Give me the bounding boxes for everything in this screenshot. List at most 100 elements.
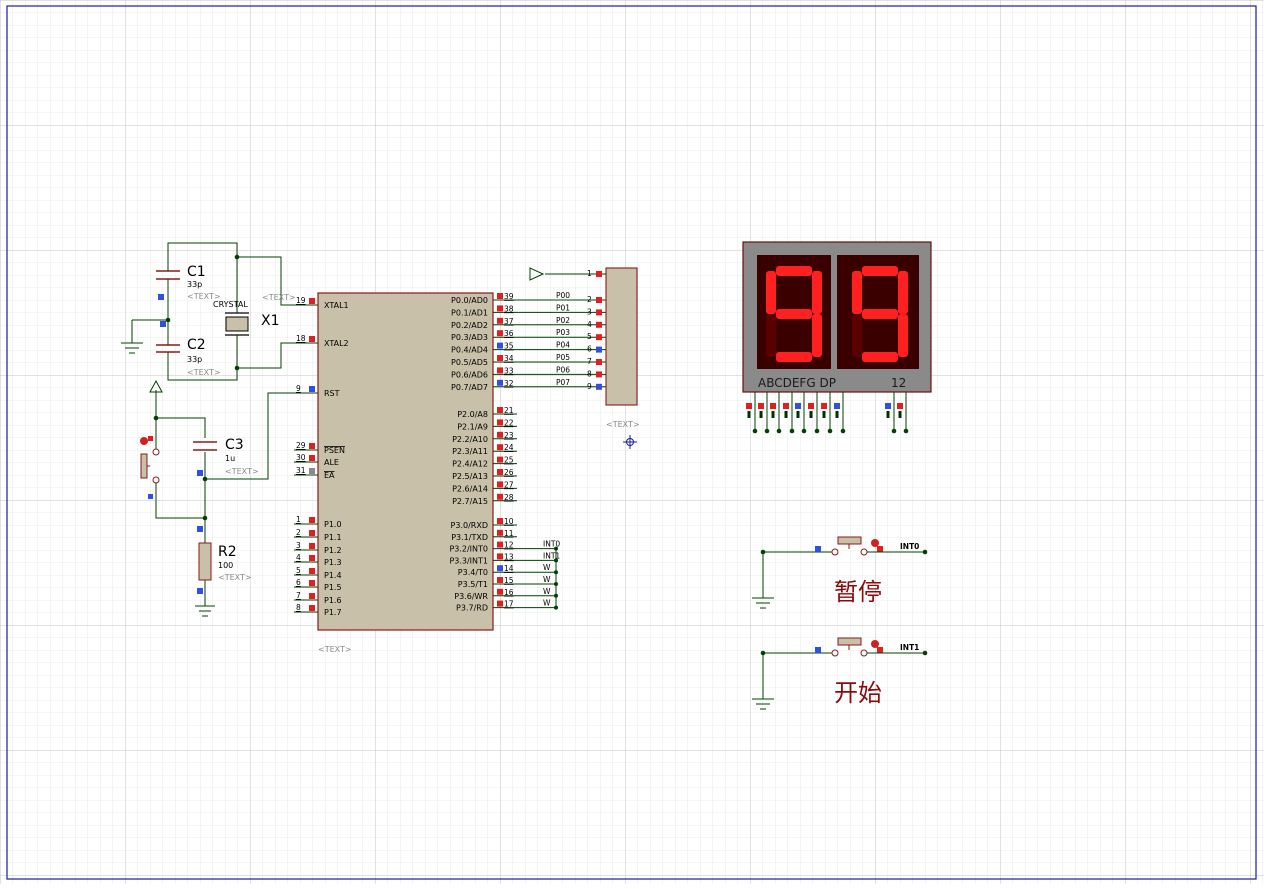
segment-e: [766, 314, 776, 357]
pin-number: 38: [504, 304, 514, 313]
pin-number: 7: [296, 591, 301, 600]
pin-name: P3.4/T0: [458, 568, 488, 577]
seven-segment-display[interactable]: ABCDEFG DP 12: [742, 241, 932, 393]
pin-marker: [497, 456, 503, 463]
pin-number: 1: [587, 269, 592, 278]
pin-name: P2.0/A8: [457, 410, 488, 419]
pin-marker: [497, 367, 503, 374]
pin-marker: [596, 359, 602, 365]
button-indicator: [871, 640, 879, 648]
pin-marker: [783, 403, 789, 409]
crystal-text: <TEXT>: [262, 293, 296, 302]
c3-value: 1u: [225, 454, 235, 463]
pin-marker: [309, 468, 315, 474]
pin-marker: [815, 546, 821, 552]
pin-number: 14: [504, 564, 514, 573]
pin-name: P0.2/AD2: [451, 321, 488, 330]
c2-ref: C2: [187, 337, 206, 353]
pin-marker: [309, 580, 315, 586]
pin-marker: [897, 403, 903, 409]
pin-marker: [497, 529, 503, 536]
pin-marker: [497, 588, 503, 595]
pin-marker: [885, 403, 891, 409]
pin-marker: [877, 546, 883, 552]
segment-g: [862, 309, 898, 319]
pin-number: 8: [587, 369, 592, 378]
pin-marker: [497, 481, 503, 488]
pin-marker: [596, 309, 602, 316]
pin-name: P3.1/TXD: [451, 533, 488, 542]
pin-marker: [497, 293, 503, 299]
pin-marker: [497, 600, 503, 607]
pin-name: P1.3: [324, 558, 342, 567]
pin-marker: [795, 403, 801, 409]
pin-marker: [497, 407, 503, 413]
pin-number: 39: [504, 292, 514, 301]
crystal-value: CRYSTAL: [213, 300, 248, 309]
pin-number: 2: [587, 295, 592, 304]
pin-name: ALE: [324, 458, 339, 467]
pin-name: P1.1: [324, 533, 342, 542]
r2-text: <TEXT>: [218, 573, 252, 582]
pin-number: 17: [504, 600, 514, 609]
pin-name: P2.6/A14: [452, 484, 488, 493]
schematic-svg[interactable]: C1 33p <TEXT> C2 33p <TEXT> CRYSTAL X1 <…: [0, 0, 1264, 884]
pin-marker: [596, 371, 602, 378]
pin-number: 2: [296, 528, 301, 537]
pin-number: 22: [504, 418, 514, 427]
net-label: P07: [556, 378, 570, 387]
crystal-ref: X1: [261, 313, 280, 329]
segment-a: [862, 266, 898, 276]
pin-marker: [596, 271, 602, 277]
pin-number: 3: [587, 307, 592, 316]
pin-number: 30: [296, 453, 306, 462]
pin-marker: [309, 298, 315, 304]
pin-name: P0.4/AD4: [451, 346, 488, 355]
net-label: P01: [556, 303, 570, 312]
pin-number: 18: [296, 334, 306, 343]
pin-name: P1.5: [324, 583, 342, 592]
pin-number: 6: [587, 345, 592, 354]
net-label: INT0: [543, 540, 560, 549]
pin-number: 3: [296, 541, 301, 550]
c1-ref: C1: [187, 264, 206, 280]
schematic-canvas[interactable]: C1 33p <TEXT> C2 33p <TEXT> CRYSTAL X1 <…: [0, 0, 1264, 884]
pin-name: P2.1/A9: [457, 422, 488, 431]
net-label: P00: [556, 291, 570, 300]
pin-marker: [497, 317, 503, 324]
pin-marker: [497, 419, 503, 426]
segment-f: [766, 271, 776, 314]
pin-marker: [808, 403, 814, 409]
pin-name: P1.0: [324, 520, 342, 529]
net-label: W: [543, 587, 551, 596]
pin-name: P3.3/INT1: [449, 556, 488, 565]
pin-marker: [877, 647, 883, 653]
pin-marker: [758, 403, 764, 409]
net-label: P03: [556, 328, 570, 337]
pin-number: 15: [504, 576, 514, 585]
c3-text: <TEXT>: [225, 467, 259, 476]
pin-marker: [309, 336, 315, 342]
pin-marker: [497, 355, 503, 361]
segment-g: [776, 309, 812, 319]
pin-name: P0.5/AD5: [451, 358, 488, 367]
pin-marker: [309, 386, 315, 392]
r2-ref: R2: [218, 544, 237, 560]
c1-value: 33p: [187, 280, 202, 289]
pin-marker: [596, 346, 602, 353]
mcu-text: <TEXT>: [318, 645, 352, 654]
net-label: P05: [556, 353, 570, 362]
pin-number: 28: [504, 493, 514, 502]
net-label: P06: [556, 365, 570, 374]
pin-marker: [309, 443, 315, 449]
pin-number: 5: [296, 566, 301, 575]
r2-value: 100: [218, 561, 233, 570]
pin-name: P0.3/AD3: [451, 333, 488, 342]
pin-name: PSEN: [324, 446, 345, 455]
pin-number: 16: [504, 588, 514, 597]
pin-number: 31: [296, 466, 306, 475]
pin-name: P2.3/A11: [452, 447, 488, 456]
pin-number: 8: [296, 603, 301, 612]
pin-name: P1.4: [324, 571, 342, 580]
pin-number: 9: [296, 384, 301, 393]
